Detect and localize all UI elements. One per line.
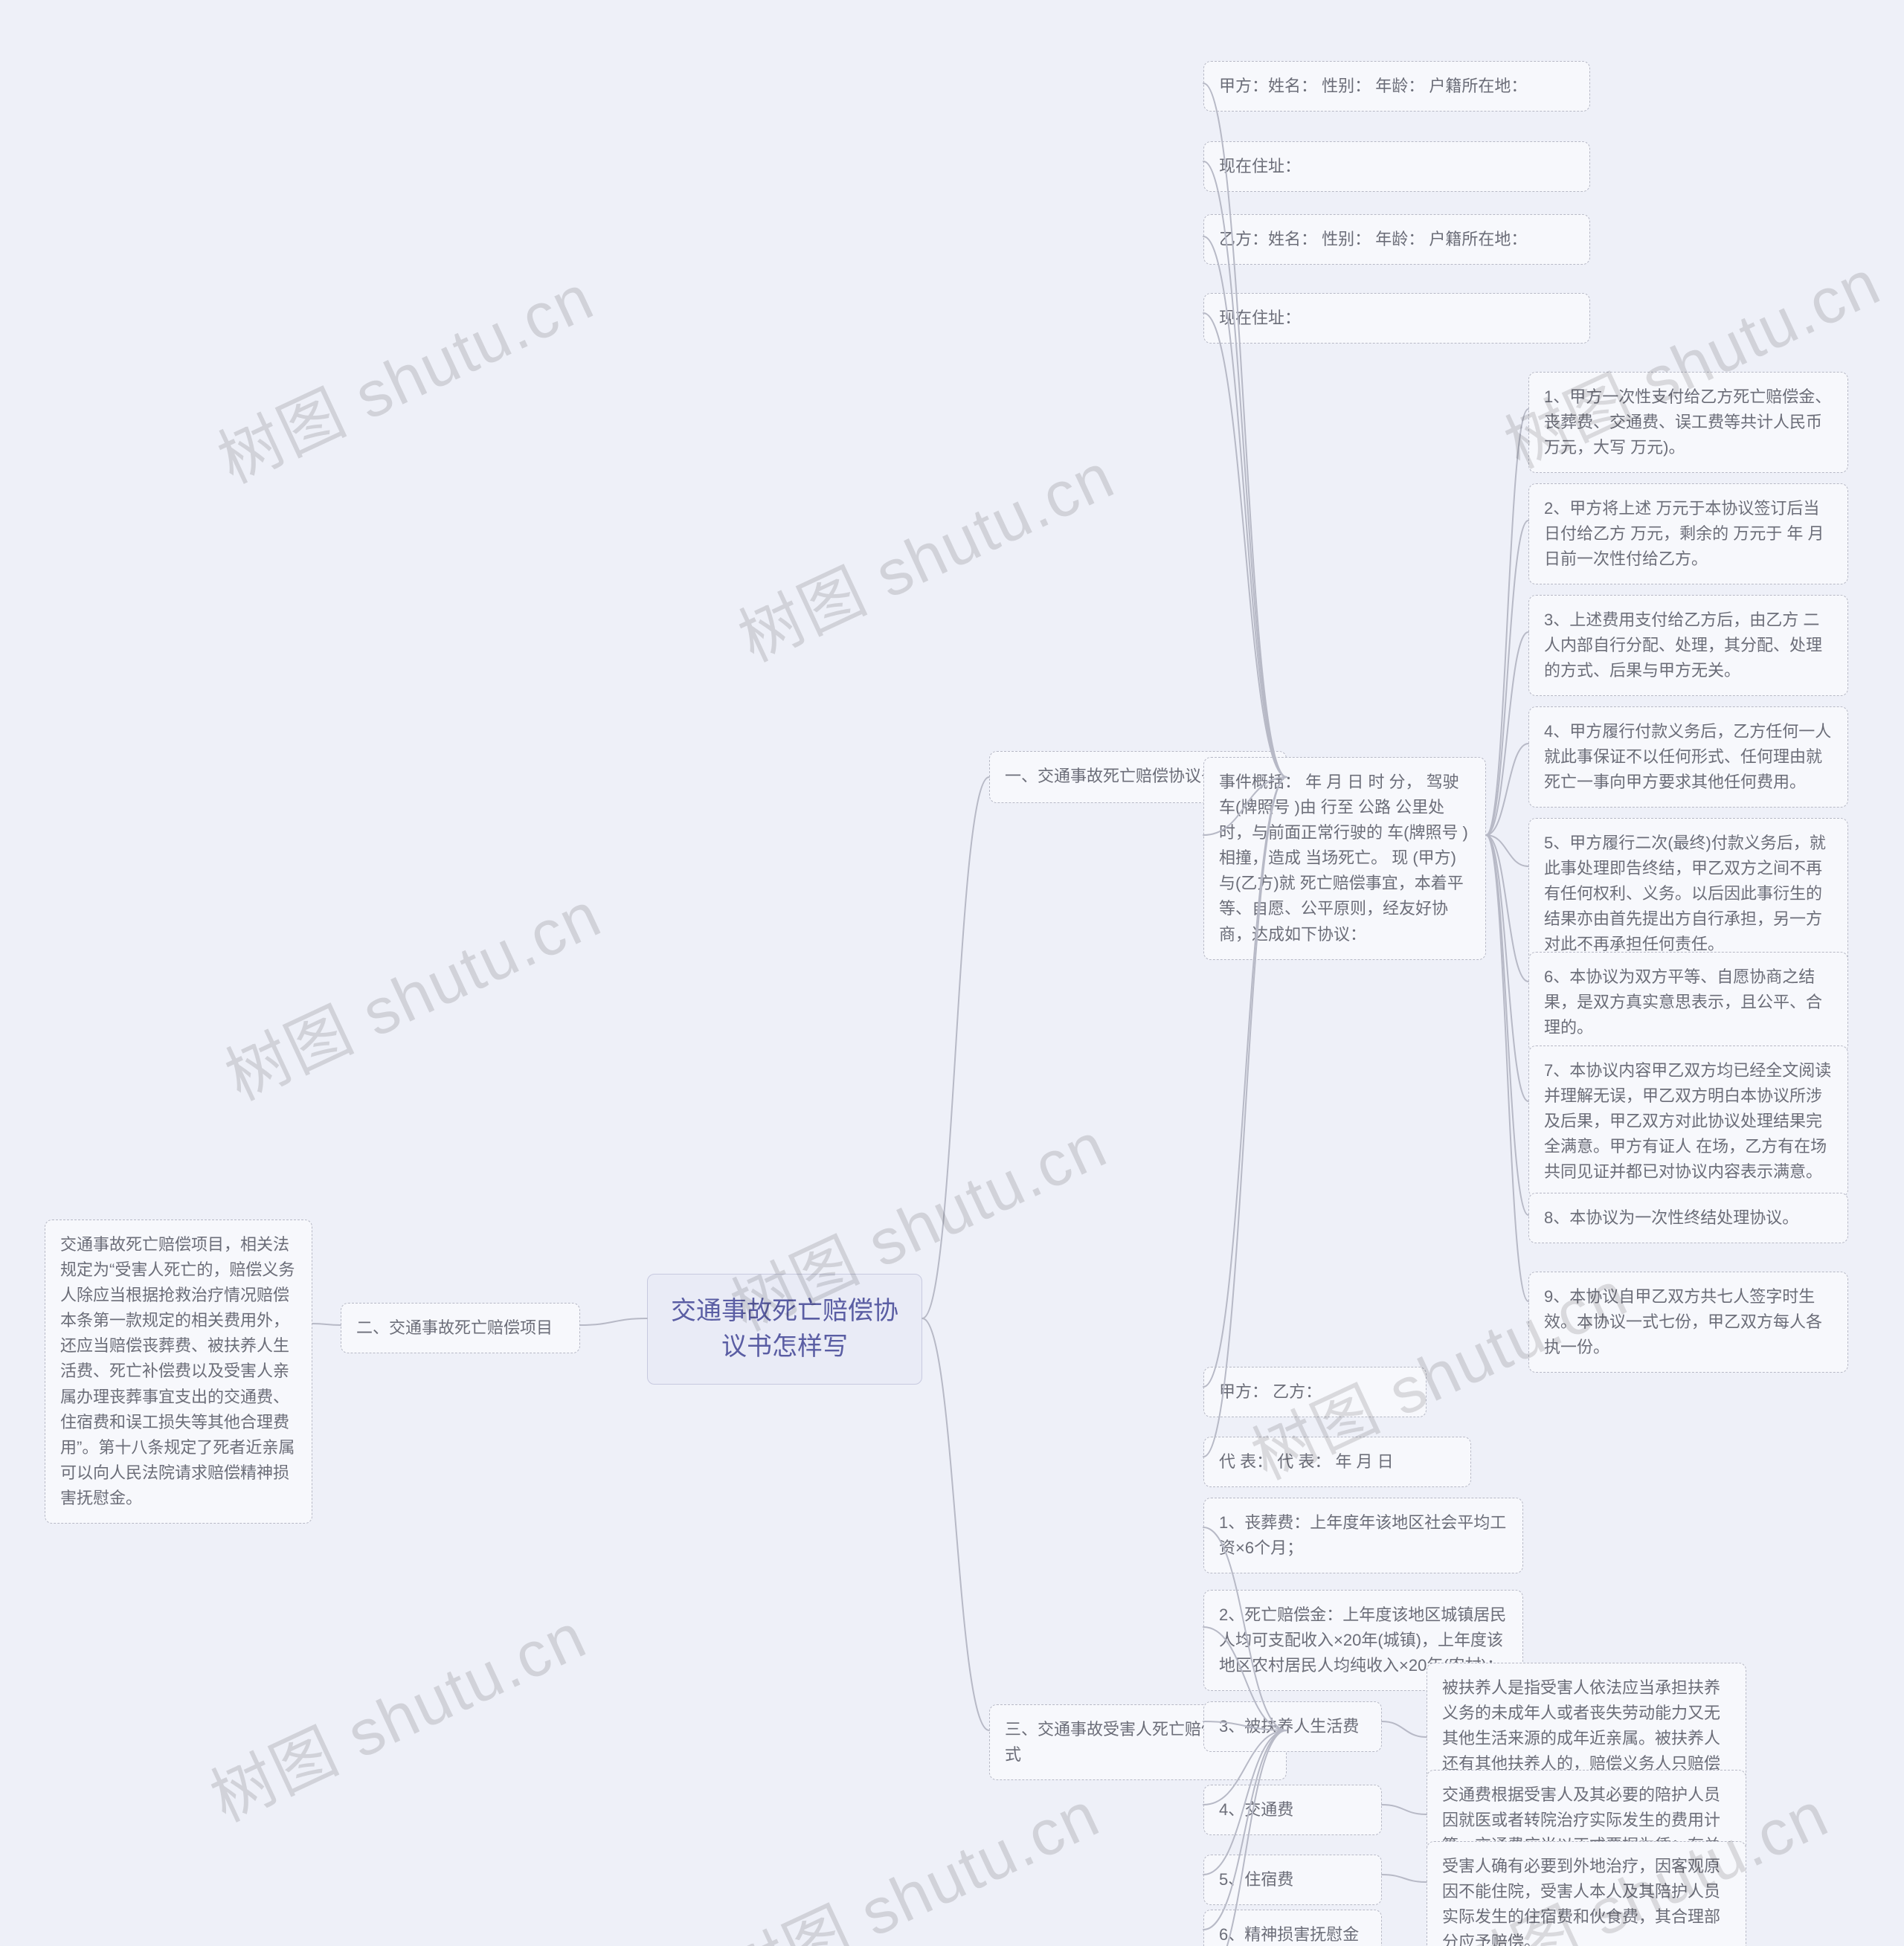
mindmap-node[interactable]: 4、甲方履行付款义务后，乙方任何一人就此事保证不以任何形式、任何理由就 死亡一事… [1528,706,1848,808]
mindmap-node[interactable]: 现在住址： [1203,293,1590,344]
watermark-text: 树图 shutu.cn [193,1585,599,1840]
mindmap-node[interactable]: 5、甲方履行二次(最终)付款义务后，就此事处理即告终结，甲乙双方之间不再有任何权… [1528,818,1848,970]
mindmap-edge [922,777,989,1318]
mindmap-node[interactable]: 受害人确有必要到外地治疗，因客观原因不能住院，受害人本人及其陪护人员实际发生的住… [1427,1841,1746,1946]
mindmap-edge [1382,1721,1427,1737]
mindmap-node[interactable]: 二、交通事故死亡赔偿项目 [341,1303,580,1353]
mindmap-edge [1486,835,1528,1101]
mindmap-edge [1486,835,1528,1215]
mindmap-root-node[interactable]: 交通事故死亡赔偿协议书怎样写 [647,1274,922,1385]
mindmap-node[interactable]: 9、本协议自甲乙双方共七人签字时生效。本协议一式七份，甲乙双方每人各执一份。 [1528,1272,1848,1373]
mindmap-edge [1486,835,1528,1301]
mindmap-node[interactable]: 1、甲方一次性支付给乙方死亡赔偿金、丧葬费、交通费、误工费等共计人民币 万元，大… [1528,372,1848,473]
mindmap-node[interactable]: 3、被扶养人生活费 [1203,1701,1382,1752]
mindmap-edge [1486,632,1528,835]
mindmap-node[interactable]: 代 表： 代 表： 年 月 日 [1203,1437,1471,1487]
mindmap-node[interactable]: 现在住址： [1203,141,1590,192]
mindmap-node[interactable]: 1、丧葬费：上年度年该地区社会平均工资×6个月； [1203,1498,1523,1573]
mindmap-node[interactable]: 事件概括： 年 月 日 时 分， 驾驶 车(牌照号 )由 行至 公路 公里处时，… [1203,757,1486,960]
mindmap-edge [580,1318,647,1325]
mindmap-node[interactable]: 4、交通费 [1203,1785,1382,1835]
mindmap-edge [1382,1805,1427,1814]
mindmap-node[interactable]: 2、甲方将上述 万元于本协议签订后当日付给乙方 万元，剩余的 万元于 年 月 日… [1528,483,1848,584]
mindmap-edge [1486,409,1528,835]
mindmap-edge [312,1324,341,1325]
mindmap-edge [1486,835,1528,982]
mindmap-node[interactable]: 甲方：姓名： 性别： 年龄： 户籍所在地： [1203,61,1590,112]
mindmap-edge [1486,521,1528,835]
mindmap-edge [1486,835,1528,866]
mindmap-node[interactable]: 6、本协议为双方平等、自愿协商之结果，是双方真实意思表示，且公平、合理的。 [1528,952,1848,1053]
mindmap-node[interactable]: 交通事故死亡赔偿项目，相关法规定为“受害人死亡的，赔偿义务人除应当根据抢救治疗情… [45,1220,312,1524]
mindmap-node[interactable]: 3、上述费用支付给乙方后，由乙方 二人内部自行分配、处理，其分配、处理的方式、后… [1528,595,1848,696]
mindmap-edge [1203,313,1287,777]
mindmap-edge [1382,1875,1427,1882]
mindmap-node[interactable]: 8、本协议为一次性终结处理协议。 [1528,1193,1848,1243]
watermark-text: 树图 shutu.cn [707,1763,1112,1946]
watermark-text: 树图 shutu.cn [201,246,606,501]
mindmap-edge [922,1318,989,1730]
mindmap-node[interactable]: 5、住宿费 [1203,1855,1382,1905]
mindmap-edge [1486,744,1528,835]
watermark-text: 树图 shutu.cn [208,863,614,1118]
mindmap-node[interactable]: 7、本协议内容甲乙双方均已经全文阅读并理解无误，甲乙双方明白本协议所涉及后果，甲… [1528,1046,1848,1197]
mindmap-node[interactable]: 甲方： 乙方： [1203,1367,1427,1417]
mindmap-node[interactable]: 6、精神损害抚慰金 [1203,1910,1382,1946]
mindmap-node[interactable]: 乙方：姓名： 性别： 年龄： 户籍所在地： [1203,214,1590,265]
watermark-text: 树图 shutu.cn [721,425,1127,680]
